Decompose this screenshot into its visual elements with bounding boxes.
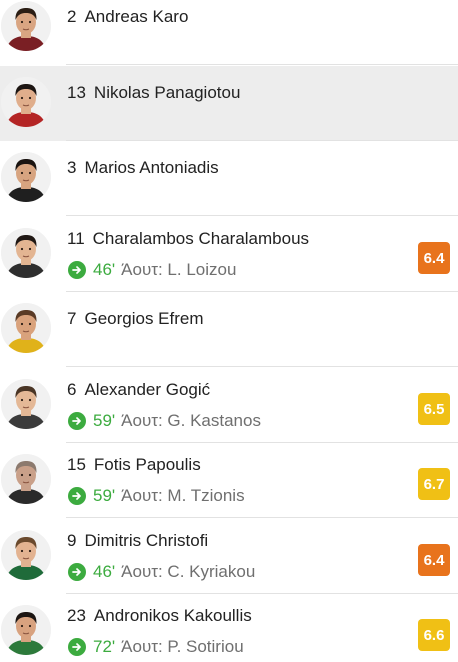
substitution-minute: 59' bbox=[93, 411, 116, 430]
substitution-replaced-player: Άουτ: L. Loizou bbox=[121, 260, 237, 279]
player-name-line: 7 Georgios Efrem bbox=[67, 309, 204, 329]
substitution-info: 59' Άουτ: G. Kastanos bbox=[68, 411, 261, 431]
player-number: 9 bbox=[67, 531, 77, 550]
row-divider bbox=[66, 517, 458, 518]
row-divider bbox=[66, 366, 458, 367]
substitution-info: 59' Άουτ: M. Tzionis bbox=[68, 486, 245, 506]
player-number: 6 bbox=[67, 380, 77, 399]
player-name-line: 3 Marios Antoniadis bbox=[67, 158, 219, 178]
player-photo bbox=[1, 77, 51, 127]
player-rating-badge: 6.4 bbox=[418, 242, 450, 274]
player-name-line: 2 Andreas Karo bbox=[67, 7, 188, 27]
substitution-minute: 59' bbox=[93, 486, 116, 505]
player-avatar bbox=[1, 1, 51, 51]
player-number: 2 bbox=[67, 7, 77, 26]
player-row[interactable]: 13 Nikolas Panagiotou bbox=[0, 66, 458, 141]
player-avatar bbox=[1, 605, 51, 655]
player-name-line: 6 Alexander Gogić bbox=[67, 380, 210, 400]
player-name: Andronikos Kakoullis bbox=[93, 606, 252, 625]
player-avatar bbox=[1, 379, 51, 429]
player-name-line: 23 Andronikos Kakoullis bbox=[67, 606, 252, 626]
player-avatar bbox=[1, 228, 51, 278]
player-photo bbox=[1, 303, 51, 353]
substitution-replaced-player: Άουτ: C. Kyriakou bbox=[121, 562, 256, 581]
player-photo bbox=[1, 152, 51, 202]
substitution-replaced-player: Άουτ: G. Kastanos bbox=[121, 411, 261, 430]
player-name-line: 11 Charalambos Charalambous bbox=[67, 229, 309, 249]
player-name-line: 13 Nikolas Panagiotou bbox=[67, 83, 240, 103]
player-name: Fotis Papoulis bbox=[93, 455, 201, 474]
player-photo bbox=[1, 1, 51, 51]
player-name-line: 9 Dimitris Christofi bbox=[67, 531, 208, 551]
player-photo bbox=[1, 228, 51, 278]
player-name: Alexander Gogić bbox=[84, 380, 211, 399]
player-photo bbox=[1, 605, 51, 655]
player-number: 3 bbox=[67, 158, 77, 177]
player-name: Georgios Efrem bbox=[84, 309, 204, 328]
substitution-in-arrow-icon bbox=[68, 563, 86, 581]
player-rating-badge: 6.4 bbox=[418, 544, 450, 576]
player-row[interactable]: 6 Alexander Gogić 59' Άουτ: G. Kastanos 6.5 bbox=[0, 368, 458, 443]
player-row[interactable]: 23 Andronikos Kakoullis 72' Άουτ: P. Sotiri… bbox=[0, 594, 458, 662]
player-row[interactable]: 3 Marios Antoniadis bbox=[0, 141, 458, 216]
player-number: 11 bbox=[67, 229, 85, 248]
row-divider bbox=[66, 64, 458, 65]
player-avatar bbox=[1, 152, 51, 202]
player-number: 23 bbox=[67, 606, 86, 625]
player-photo bbox=[1, 530, 51, 580]
player-row[interactable]: 9 Dimitris Christofi 46' Άουτ: C. Kyriakou 6… bbox=[0, 519, 458, 594]
player-name: Andreas Karo bbox=[84, 7, 189, 26]
substitution-replaced-player: Άουτ: P. Sotiriou bbox=[121, 637, 244, 656]
player-avatar bbox=[1, 530, 51, 580]
player-photo bbox=[1, 454, 51, 504]
player-number: 13 bbox=[67, 83, 86, 102]
player-number: 7 bbox=[67, 309, 77, 328]
player-rating-badge: 6.5 bbox=[418, 393, 450, 425]
player-row[interactable]: 2 Andreas Karo bbox=[0, 0, 458, 65]
row-divider bbox=[66, 215, 458, 216]
player-number: 15 bbox=[67, 455, 86, 474]
player-rating-badge: 6.6 bbox=[418, 619, 450, 651]
player-row[interactable]: 15 Fotis Papoulis 59' Άουτ: M. Tzionis 6.7 bbox=[0, 443, 458, 518]
player-avatar bbox=[1, 303, 51, 353]
player-name: Charalambos Charalambous bbox=[92, 229, 310, 248]
substitution-info: 46' Άουτ: L. Loizou bbox=[68, 260, 236, 280]
substitution-in-arrow-icon bbox=[68, 261, 86, 279]
substitution-in-arrow-icon bbox=[68, 638, 86, 656]
player-row[interactable]: 11 Charalambos Charalambous 46' Άουτ: L. Lo… bbox=[0, 217, 458, 292]
substitution-info: 72' Άουτ: P. Sotiriou bbox=[68, 637, 244, 657]
player-name: Dimitris Christofi bbox=[84, 531, 209, 550]
player-row[interactable]: 7 Georgios Efrem bbox=[0, 292, 458, 367]
substitution-minute: 46' bbox=[93, 260, 116, 279]
player-rating-badge: 6.7 bbox=[418, 468, 450, 500]
player-photo bbox=[1, 379, 51, 429]
player-avatar bbox=[1, 77, 51, 127]
player-name: Marios Antoniadis bbox=[84, 158, 219, 177]
substitution-in-arrow-icon bbox=[68, 412, 86, 430]
player-name: Nikolas Panagiotou bbox=[93, 83, 241, 102]
substitution-replaced-player: Άουτ: M. Tzionis bbox=[121, 486, 245, 505]
substitution-minute: 46' bbox=[93, 562, 116, 581]
player-avatar bbox=[1, 454, 51, 504]
substitution-info: 46' Άουτ: C. Kyriakou bbox=[68, 562, 255, 582]
player-list: 2 Andreas Karo 13 Nikolas Panagiotou 3 Marios… bbox=[0, 0, 458, 662]
substitution-in-arrow-icon bbox=[68, 487, 86, 505]
substitution-minute: 72' bbox=[93, 637, 116, 656]
player-name-line: 15 Fotis Papoulis bbox=[67, 455, 201, 475]
